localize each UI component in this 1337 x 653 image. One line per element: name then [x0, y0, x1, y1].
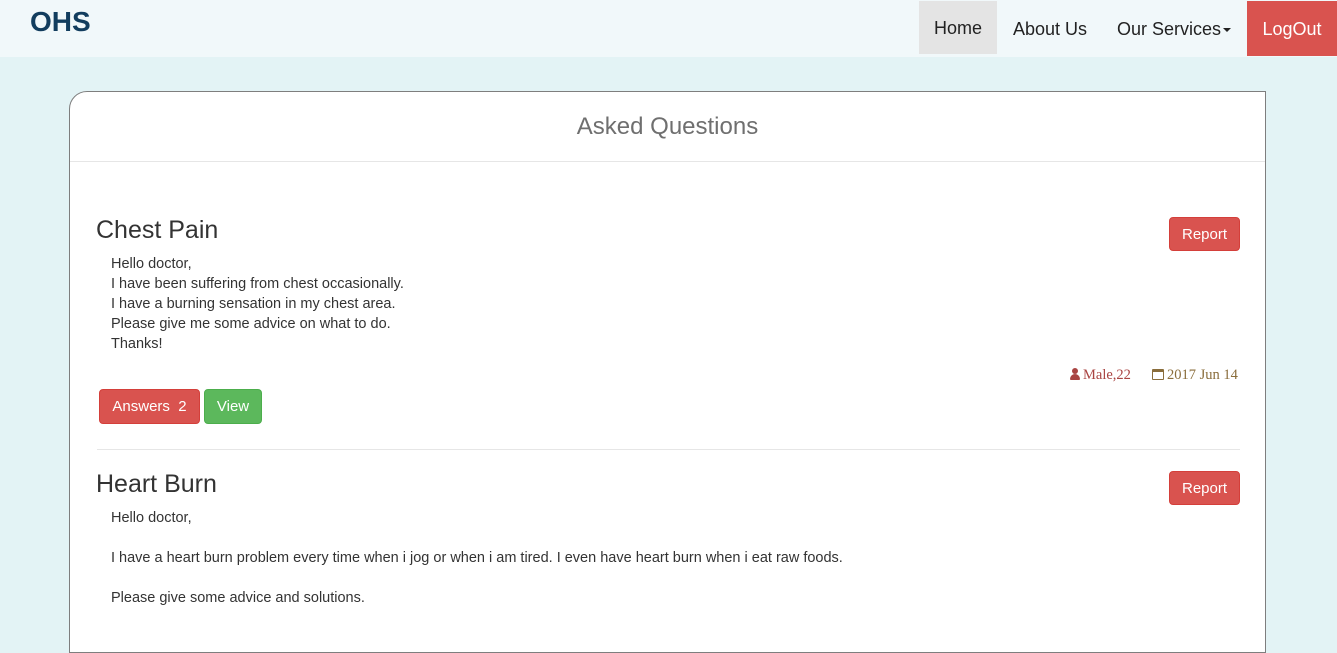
question-body-line: Please give some advice and solutions.: [111, 590, 365, 606]
user-icon: [1070, 368, 1080, 380]
nav-home[interactable]: Home: [919, 1, 997, 54]
question-body-line: Please give me some advice on what to do…: [111, 316, 391, 332]
questions-panel: Asked Questions Chest Pain Report Hello …: [69, 91, 1266, 653]
author-info: Male,22: [1083, 367, 1131, 383]
logout-button[interactable]: LogOut: [1247, 1, 1337, 56]
question-date-meta: 2017 Jun 14: [1152, 367, 1238, 384]
panel-title: Asked Questions: [70, 92, 1265, 162]
answers-label: Answers: [112, 398, 170, 415]
question-body-line: I have a heart burn problem every time w…: [111, 550, 843, 566]
question-body-blank-line: [111, 528, 843, 548]
question-body-line: I have a burning sensation in my chest a…: [111, 296, 396, 312]
answers-button[interactable]: Answers 2: [99, 389, 200, 424]
question-date: 2017 Jun 14: [1167, 367, 1238, 383]
brand-logo[interactable]: OHS: [30, 6, 91, 38]
question-title: Chest Pain: [96, 216, 219, 244]
nav-our-services-label: Our Services: [1116, 19, 1222, 39]
question-body-line: Hello doctor,: [111, 256, 192, 272]
question-body: Hello doctor, I have a heart burn proble…: [111, 508, 843, 608]
report-button[interactable]: Report: [1169, 471, 1240, 505]
question-author-meta: Male,22: [1070, 367, 1131, 384]
report-button[interactable]: Report: [1169, 217, 1240, 251]
question-title: Heart Burn: [96, 470, 217, 498]
view-button[interactable]: View: [204, 389, 262, 424]
question-body: Hello doctor, I have been suffering from…: [111, 254, 404, 354]
answers-count-badge: 2: [178, 398, 187, 415]
caret-down-icon: [1223, 28, 1232, 33]
question-body-line: Thanks!: [111, 336, 163, 352]
nav-about-us[interactable]: About Us: [1003, 1, 1097, 54]
nav-our-services[interactable]: Our Services: [1108, 1, 1240, 54]
question-divider: [97, 449, 1240, 450]
question-body-line: Hello doctor,: [111, 510, 192, 526]
question-body-blank-line: [111, 568, 843, 588]
question-body-line: I have been suffering from chest occasio…: [111, 276, 404, 292]
navbar: OHS Home About Us Our Services LogOut: [0, 0, 1337, 57]
calendar-icon: [1152, 369, 1164, 380]
